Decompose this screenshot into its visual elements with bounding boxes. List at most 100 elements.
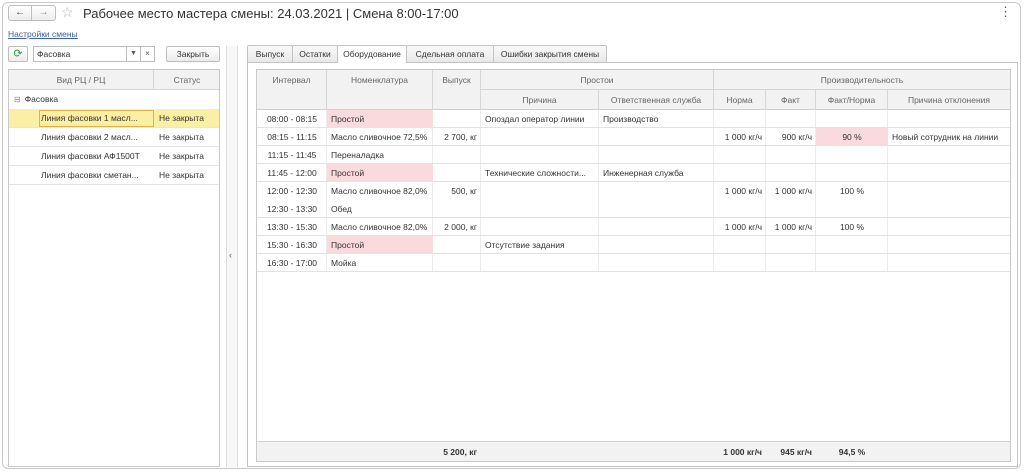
- column-header-interval[interactable]: Интервал: [257, 70, 327, 110]
- cell-deviation-reason[interactable]: [888, 200, 1010, 218]
- cell-fact[interactable]: [766, 200, 816, 218]
- cell-interval[interactable]: 15:30 - 16:30: [257, 236, 327, 254]
- star-icon[interactable]: ☆: [61, 4, 74, 21]
- cell-norm[interactable]: [714, 164, 766, 182]
- cell-norm[interactable]: [714, 200, 766, 218]
- cell-responsible[interactable]: [599, 218, 714, 236]
- cell-responsible[interactable]: [599, 182, 714, 200]
- cell-norm[interactable]: [714, 236, 766, 254]
- filter-input[interactable]: Фасовка: [33, 46, 127, 62]
- cell-fact[interactable]: 1 000 кг/ч: [766, 182, 816, 200]
- table-row[interactable]: 13:30 - 15:30 Масло сливочное 82,0% 2 000,…: [257, 218, 1010, 236]
- cell-fact[interactable]: [766, 110, 816, 128]
- cell-norm[interactable]: [714, 146, 766, 164]
- cell-reason[interactable]: [481, 200, 599, 218]
- column-header-fact[interactable]: Факт: [766, 90, 816, 110]
- tree-group-row[interactable]: ⊟ Фасовка: [9, 90, 219, 109]
- chevron-left-icon[interactable]: ‹: [229, 250, 232, 260]
- cell-deviation-reason[interactable]: [888, 146, 1010, 164]
- table-row[interactable]: 08:00 - 08:15 Простой Опоздал оператор лин…: [257, 110, 1010, 128]
- tab-output[interactable]: Выпуск: [247, 45, 293, 62]
- cell-interval[interactable]: 13:30 - 15:30: [257, 218, 327, 236]
- column-header-nomenclature[interactable]: Номенклатура: [327, 70, 433, 110]
- cell-fact-norm[interactable]: 100 %: [816, 182, 888, 200]
- arrow-right-icon[interactable]: →: [32, 5, 56, 21]
- cell-reason[interactable]: [481, 128, 599, 146]
- cell-output[interactable]: 500, кг: [433, 182, 481, 200]
- cell-interval[interactable]: 16:30 - 17:00: [257, 254, 327, 272]
- cell-nomenclature[interactable]: Масло сливочное 82,0%: [327, 218, 433, 236]
- cell-output[interactable]: [433, 146, 481, 164]
- column-header-deviation-reason[interactable]: Причина отклонения: [888, 90, 1010, 110]
- cell-interval[interactable]: 08:15 - 11:15: [257, 128, 327, 146]
- cell-reason[interactable]: [481, 254, 599, 272]
- cell-deviation-reason[interactable]: [888, 164, 1010, 182]
- cell-norm[interactable]: [714, 254, 766, 272]
- column-header-reason[interactable]: Причина: [481, 90, 599, 110]
- cell-deviation-reason[interactable]: Новый сотрудник на линии: [888, 128, 1010, 146]
- cell-interval[interactable]: 12:00 - 12:30: [257, 182, 327, 200]
- clear-icon[interactable]: ×: [141, 46, 155, 62]
- refresh-icon[interactable]: ⟳: [8, 46, 28, 62]
- table-row[interactable]: 15:30 - 16:30 Простой Отсутствие задания: [257, 236, 1010, 254]
- cell-nomenclature[interactable]: Простой: [327, 110, 433, 128]
- cell-fact-norm[interactable]: 90 %: [816, 128, 888, 146]
- cell-output[interactable]: 2 000, кг: [433, 218, 481, 236]
- cell-fact-norm[interactable]: [816, 236, 888, 254]
- dropdown-icon[interactable]: ▼: [127, 46, 141, 62]
- column-header-responsible[interactable]: Ответственная служба: [599, 90, 714, 110]
- cell-deviation-reason[interactable]: [888, 218, 1010, 236]
- cell-deviation-reason[interactable]: [888, 110, 1010, 128]
- tab-equipment[interactable]: Оборудование: [337, 45, 407, 63]
- table-row[interactable]: 11:45 - 12:00 Простой Технические сложност…: [257, 164, 1010, 182]
- cell-output[interactable]: [433, 236, 481, 254]
- more-vertical-icon[interactable]: ⋮: [999, 4, 1012, 20]
- cell-nomenclature[interactable]: Простой: [327, 236, 433, 254]
- collapse-icon[interactable]: ⊟: [14, 95, 21, 104]
- cell-reason[interactable]: Отсутствие задания: [481, 236, 599, 254]
- cell-responsible[interactable]: [599, 128, 714, 146]
- cell-fact[interactable]: 900 кг/ч: [766, 128, 816, 146]
- column-header-status[interactable]: Статус: [154, 70, 220, 90]
- cell-fact[interactable]: [766, 146, 816, 164]
- cell-output[interactable]: [433, 110, 481, 128]
- cell-responsible[interactable]: [599, 200, 714, 218]
- close-button[interactable]: Закрыть: [166, 46, 220, 62]
- cell-fact[interactable]: [766, 164, 816, 182]
- cell-reason[interactable]: [481, 182, 599, 200]
- cell-reason[interactable]: [481, 218, 599, 236]
- cell-fact[interactable]: [766, 236, 816, 254]
- cell-output[interactable]: 2 700, кг: [433, 128, 481, 146]
- table-row[interactable]: 12:30 - 13:30 Обед: [257, 200, 1010, 218]
- cell-interval[interactable]: 12:30 - 13:30: [257, 200, 327, 218]
- table-row[interactable]: 16:30 - 17:00 Мойка: [257, 254, 1010, 272]
- column-header-fact-norm[interactable]: Факт/Норма: [816, 90, 888, 110]
- cell-deviation-reason[interactable]: [888, 182, 1010, 200]
- tab-piecework-pay[interactable]: Сдельная оплата: [406, 45, 494, 62]
- work-center-row[interactable]: Линия фасовки сметан... Не закрыта: [9, 166, 219, 185]
- table-row[interactable]: 12:00 - 12:30 Масло сливочное 82,0% 500, к…: [257, 182, 1010, 200]
- cell-fact-norm[interactable]: [816, 200, 888, 218]
- cell-nomenclature[interactable]: Мойка: [327, 254, 433, 272]
- work-center-row[interactable]: Линия фасовки 1 масл... Не закрыта: [9, 109, 219, 128]
- arrow-left-icon[interactable]: ←: [8, 5, 32, 21]
- work-center-row[interactable]: Линия фасовки 2 масл... Не закрыта: [9, 128, 219, 147]
- cell-nomenclature[interactable]: Простой: [327, 164, 433, 182]
- cell-responsible[interactable]: Инженерная служба: [599, 164, 714, 182]
- cell-reason[interactable]: Опоздал оператор линии: [481, 110, 599, 128]
- cell-interval[interactable]: 11:15 - 11:45: [257, 146, 327, 164]
- cell-fact-norm[interactable]: [816, 146, 888, 164]
- cell-fact[interactable]: [766, 254, 816, 272]
- cell-nomenclature[interactable]: Переналадка: [327, 146, 433, 164]
- cell-deviation-reason[interactable]: [888, 236, 1010, 254]
- cell-responsible[interactable]: [599, 236, 714, 254]
- cell-interval[interactable]: 11:45 - 12:00: [257, 164, 327, 182]
- cell-norm[interactable]: 1 000 кг/ч: [714, 182, 766, 200]
- cell-fact[interactable]: 1 000 кг/ч: [766, 218, 816, 236]
- cell-nomenclature[interactable]: Обед: [327, 200, 433, 218]
- cell-norm[interactable]: 1 000 кг/ч: [714, 128, 766, 146]
- cell-fact-norm[interactable]: [816, 110, 888, 128]
- tab-shift-closing-errors[interactable]: Ошибки закрытия смены: [493, 45, 607, 62]
- cell-fact-norm[interactable]: 100 %: [816, 218, 888, 236]
- cell-output[interactable]: [433, 254, 481, 272]
